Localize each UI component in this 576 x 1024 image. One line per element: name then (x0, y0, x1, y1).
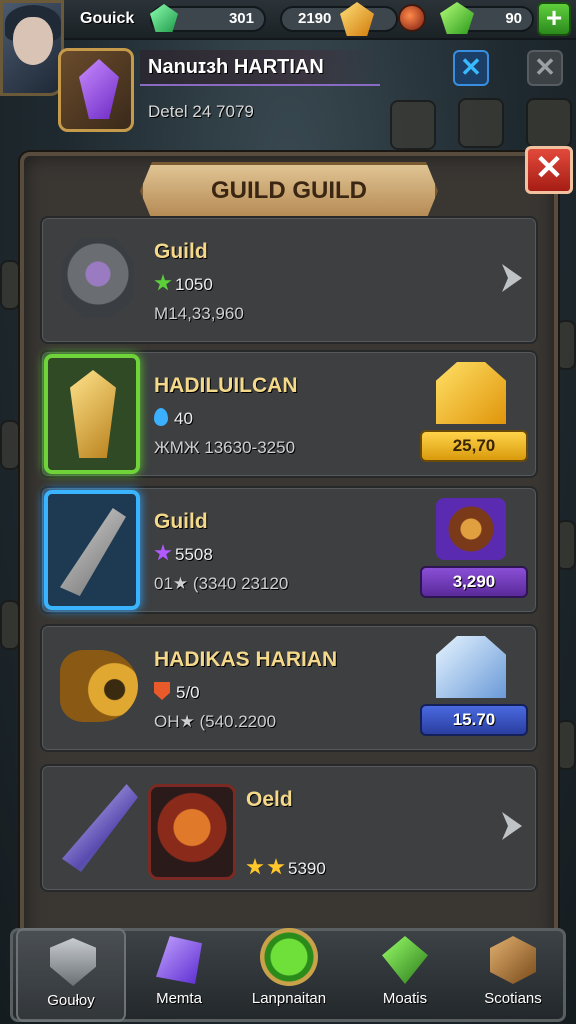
gold-cubes-icon (436, 362, 506, 424)
row-rating: 5508 (154, 544, 213, 565)
list-item[interactable]: Guild 5508 01★ (3340 23120 3,290 (40, 486, 538, 614)
player-subtitle: Detel 24 7079 (148, 102, 254, 121)
nav-item-guild[interactable]: Goułoy (16, 928, 126, 1022)
background-tile (458, 98, 504, 148)
item-frame-blue (44, 490, 140, 610)
background-tile (556, 720, 576, 770)
chevron-right-icon[interactable] (502, 264, 522, 292)
purple-rune-crate-icon (436, 498, 506, 560)
buy-button[interactable]: 25,70 (420, 430, 528, 462)
row-rating-value: 5/0 (176, 683, 200, 702)
list-item[interactable]: HADILUILCAN 40 ЖМЖ 13630-3250 25,70 (40, 350, 538, 478)
player-emblem[interactable] (58, 48, 134, 132)
row-rating-value: 40 (174, 409, 193, 428)
background-tile (0, 420, 20, 470)
row-title: Guild (154, 510, 208, 533)
nav-label: Lanpnaitan (251, 990, 327, 1007)
resource-value: 90 (505, 10, 522, 27)
nav-label: Scotians (484, 990, 542, 1007)
resource-gold-coin: 2190 (280, 6, 398, 32)
item-frame-green (44, 354, 140, 474)
hud-title: Gouick (80, 10, 135, 27)
background-tile (0, 600, 20, 650)
crate-icon (490, 936, 536, 984)
list-item[interactable]: Guild 1050 M14,33,960 (40, 216, 538, 344)
golden-dagger-icon (70, 370, 116, 458)
row-stats: OH★ (540.2200 (154, 712, 277, 731)
water-drop-icon (154, 408, 168, 426)
nav-item-lanpnaitan[interactable]: Lanpnaitan (234, 928, 344, 1022)
nav-label: Memta (156, 990, 202, 1007)
disabled-action-button[interactable]: ✕ (527, 50, 563, 86)
buy-button[interactable]: 3,290 (420, 566, 528, 598)
armor-portrait-icon (148, 784, 236, 880)
crystal-sword-icon (62, 784, 138, 872)
background-tile (390, 100, 436, 150)
row-rating-value: 5390 (288, 859, 326, 878)
purple-crystal-icon (79, 59, 119, 119)
row-rating-value: 5508 (175, 545, 213, 564)
close-button[interactable]: ✕ (525, 146, 573, 194)
crossbow-icon (60, 508, 126, 596)
hero-avatar[interactable] (0, 0, 64, 96)
nav-item-memta[interactable]: Memta (124, 928, 234, 1022)
row-title: Oeld (246, 788, 293, 811)
row-rating: 5/0 (154, 682, 200, 703)
background-tile (526, 98, 572, 148)
gold-star-icon (267, 858, 285, 875)
ice-cubes-icon (436, 636, 506, 698)
row-rating: 40 (154, 408, 193, 429)
row-stats: ЖМЖ 13630-3250 (154, 438, 296, 457)
buy-button[interactable]: 15.70 (420, 704, 528, 736)
background-tile (556, 520, 576, 570)
nav-label: Goułoy (47, 992, 95, 1009)
chevron-right-icon[interactable] (502, 812, 522, 840)
row-stats: 01★ (3340 23120 (154, 574, 289, 593)
row-rating-value: 1050 (175, 275, 213, 294)
golden-cannon-icon (60, 650, 138, 722)
nav-item-moatis[interactable]: Moatis (350, 928, 460, 1022)
row-title: HADIKAS HARIAN (154, 648, 338, 671)
purple-gem-icon (156, 936, 202, 984)
resource-value: 301 (228, 10, 254, 27)
green-diamond-icon (382, 936, 428, 984)
avatar-face (13, 17, 53, 65)
purple-star-icon (154, 544, 172, 561)
green-star-icon (154, 274, 172, 291)
orange-shield-icon (154, 682, 170, 700)
nav-label: Moatis (382, 990, 428, 1007)
green-arrow-icon (260, 928, 318, 986)
nav-item-scotians[interactable]: Scotians (458, 928, 568, 1022)
red-orb-icon (398, 4, 426, 32)
list-item[interactable]: Oeld 5390 (40, 764, 538, 892)
panel-title: GUILD GUILD (140, 162, 438, 220)
row-rating: 5390 (246, 858, 326, 879)
background-tile (0, 260, 20, 310)
stone-golem-icon (62, 238, 134, 318)
row-title: Guild (154, 240, 208, 263)
background-tile (556, 320, 576, 370)
row-rating: 1050 (154, 274, 213, 295)
resource-value: 2190 (298, 10, 332, 27)
shield-icon (50, 938, 96, 986)
list-item[interactable]: HADIKAS HARIAN 5/0 OH★ (540.2200 15.70 (40, 624, 538, 752)
row-stats: M14,33,960 (154, 304, 244, 323)
cross-swords-button[interactable]: ✕ (453, 50, 489, 86)
add-currency-button[interactable]: + (537, 2, 571, 36)
row-title: HADILUILCAN (154, 374, 298, 397)
player-name: Nanuɪɜh HARTIAN (148, 56, 324, 78)
gold-star-icon (246, 858, 264, 875)
